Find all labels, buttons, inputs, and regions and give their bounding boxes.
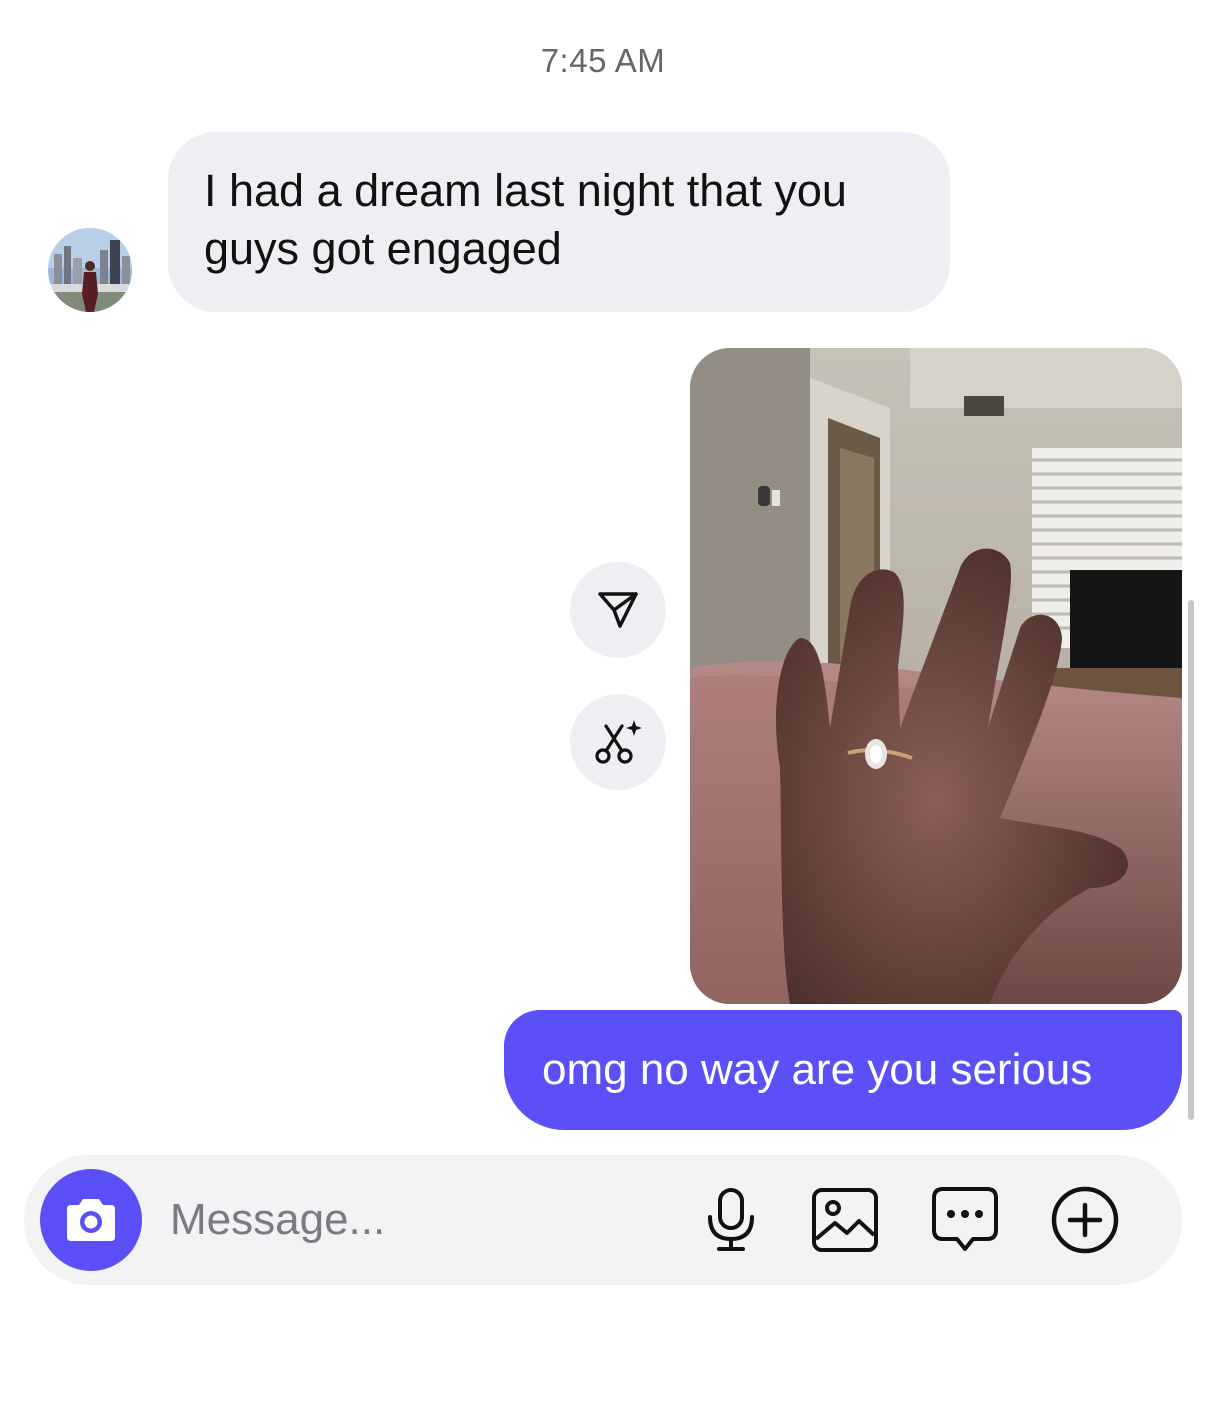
incoming-message-bubble[interactable]: I had a dream last night that you guys g… bbox=[168, 132, 950, 312]
gallery-button[interactable] bbox=[808, 1183, 882, 1257]
camera-icon bbox=[67, 1199, 115, 1241]
more-options-button[interactable] bbox=[1048, 1183, 1122, 1257]
share-button[interactable] bbox=[570, 562, 666, 658]
message-input[interactable] bbox=[170, 1189, 670, 1251]
message-timestamp: 7:45 AM bbox=[540, 42, 666, 79]
paper-plane-icon bbox=[598, 592, 638, 628]
scissors-sparkle-icon bbox=[595, 720, 642, 764]
image-icon bbox=[812, 1188, 878, 1252]
outgoing-message-text: omg no way are you serious bbox=[542, 1045, 1093, 1094]
chat-screen: 7:45 AM I had a dream last night that yo… bbox=[0, 0, 1206, 1412]
sent-photo[interactable] bbox=[690, 348, 1182, 1004]
camera-button[interactable] bbox=[40, 1169, 142, 1271]
sticker-button[interactable] bbox=[928, 1183, 1002, 1257]
chat-dots-icon bbox=[932, 1187, 998, 1251]
remix-button[interactable] bbox=[570, 694, 666, 790]
incoming-message-text: I had a dream last night that you guys g… bbox=[204, 165, 847, 274]
scrollbar[interactable] bbox=[1188, 600, 1194, 1120]
outgoing-message-bubble[interactable]: omg no way are you serious bbox=[504, 1010, 1182, 1130]
engagement-ring-photo bbox=[690, 348, 1182, 1004]
sender-avatar[interactable] bbox=[48, 228, 132, 312]
message-composer bbox=[24, 1155, 1182, 1285]
plus-circle-icon bbox=[1051, 1186, 1119, 1254]
avatar-image bbox=[48, 228, 132, 312]
microphone-icon bbox=[708, 1188, 754, 1251]
voice-message-button[interactable] bbox=[694, 1183, 768, 1257]
